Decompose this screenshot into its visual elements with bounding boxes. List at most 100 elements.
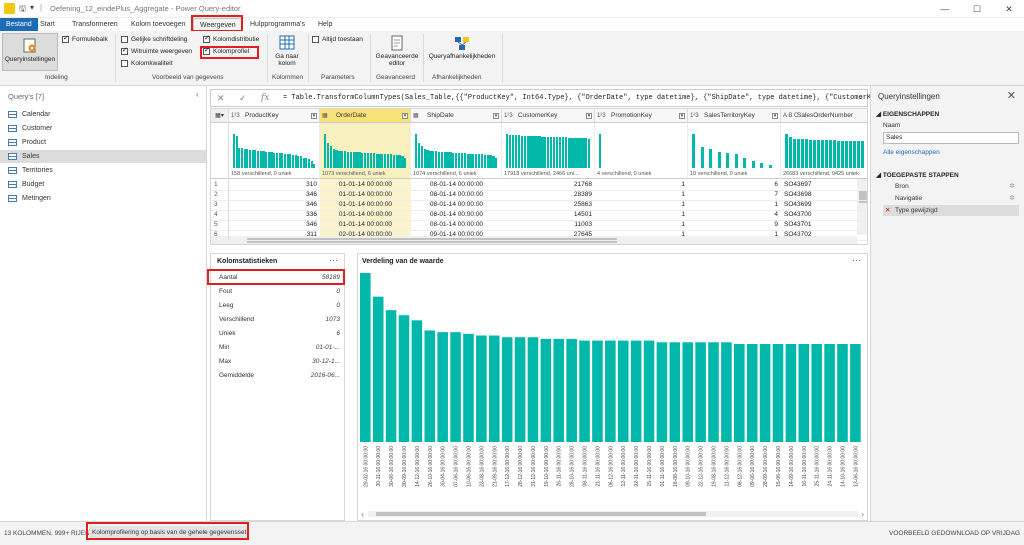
confirm-icon[interactable]: ✓ — [239, 93, 247, 104]
distribution-bar[interactable] — [579, 340, 590, 442]
table-cell[interactable]: 336 — [232, 210, 317, 220]
dropdown-icon[interactable]: ▾ — [586, 113, 592, 119]
table-cell[interactable]: 4 — [691, 210, 778, 220]
query-item-sales[interactable]: Sales — [0, 150, 206, 163]
scroll-left-icon[interactable]: ‹ — [361, 510, 364, 519]
step-bron[interactable]: Bron ✲ — [883, 181, 1019, 192]
distribution-bar[interactable] — [501, 337, 513, 442]
distribution-bar[interactable] — [398, 315, 410, 442]
table-cell[interactable]: 09-01-14 00:00:00 — [414, 230, 499, 240]
vertical-scrollbar[interactable] — [857, 179, 867, 235]
collapse-triangle-icon[interactable]: ◢ — [876, 111, 883, 118]
distribution-bar[interactable] — [450, 332, 461, 442]
whitespace-checkbox[interactable]: Witruimte weergeven — [121, 46, 192, 55]
distribution-bar[interactable] — [811, 343, 822, 442]
column-header-orderdate[interactable]: ▦ OrderDate ▾ — [320, 109, 411, 123]
formula-bar-checkbox[interactable]: Formulebalk — [62, 34, 108, 43]
query-item-metingen[interactable]: Metingen — [0, 192, 206, 205]
gear-icon[interactable]: ✲ — [1009, 193, 1015, 204]
distribution-bar[interactable] — [592, 340, 603, 442]
advanced-editor-button[interactable]: Geavanceerde editor — [373, 35, 421, 67]
table-cell[interactable]: 1 — [598, 210, 685, 220]
distribution-bar[interactable] — [411, 320, 423, 442]
goto-column-button[interactable]: Ga naar kolom — [270, 35, 304, 67]
table-cell[interactable]: 11003 — [505, 220, 592, 230]
dropdown-icon[interactable]: ▾ — [772, 113, 778, 119]
column-header-productkey[interactable]: 1²3 ProductKey ▾ — [229, 109, 320, 123]
table-cell[interactable]: 21768 — [505, 180, 592, 190]
column-header-shipdate[interactable]: ▦ ShipDate ▾ — [411, 109, 502, 123]
query-item-customer[interactable]: Customer — [0, 122, 206, 135]
tab-transformeren[interactable]: Transformeren — [66, 18, 124, 31]
distribution-bar[interactable] — [527, 337, 539, 442]
dropdown-icon[interactable]: ▾ — [679, 113, 685, 119]
monospace-checkbox[interactable]: Gelijke schriftdeling — [121, 36, 187, 43]
distribution-bar[interactable] — [798, 343, 810, 442]
close-settings-icon[interactable]: ✕ — [1007, 89, 1016, 102]
tab-start[interactable]: Start — [34, 18, 61, 31]
table-cell[interactable]: SO43699 — [784, 200, 854, 210]
table-cell[interactable]: 08-01-14 00:00:00 — [414, 180, 499, 190]
distribution-bar[interactable] — [734, 343, 745, 442]
table-cell[interactable]: SO43702 — [784, 230, 854, 240]
table-cell[interactable]: 6 — [691, 180, 778, 190]
distribution-bar[interactable] — [643, 340, 655, 442]
query-item-product[interactable]: Product — [0, 136, 206, 149]
minimize-button[interactable]: — — [934, 2, 956, 16]
distribution-bar[interactable] — [785, 343, 797, 442]
table-cell[interactable]: SO43701 — [784, 220, 854, 230]
gear-icon[interactable]: ✲ — [1009, 181, 1015, 192]
table-cell[interactable]: 01-01-14 00:00:00 — [323, 200, 408, 210]
table-cell[interactable]: 14501 — [505, 210, 592, 220]
distribution-bar[interactable] — [759, 343, 771, 442]
function-icon[interactable]: fx — [261, 93, 269, 103]
distribution-bar[interactable] — [566, 338, 577, 442]
table-cell[interactable]: SO43697 — [784, 180, 854, 190]
step-type-gewijzigd[interactable]: ✕ Type gewijzigd — [883, 205, 1019, 216]
column-header-customerkey[interactable]: 1²3 CustomerKey ▾ — [502, 109, 595, 123]
save-icon[interactable]: 🖫 — [19, 3, 26, 17]
step-navigatie[interactable]: Navigatie ✲ — [883, 193, 1019, 204]
table-cell[interactable]: 01-01-14 00:00:00 — [323, 190, 408, 200]
distribution-bar[interactable] — [837, 343, 848, 442]
table-cell[interactable]: 25863 — [505, 200, 592, 210]
more-options-icon[interactable]: ··· — [329, 255, 338, 265]
distribution-bar[interactable] — [708, 342, 719, 442]
distribution-bar[interactable] — [695, 342, 706, 442]
column-header-promotionkey[interactable]: 1²3 PromotionKey ▾ — [595, 109, 688, 123]
table-cell[interactable]: 1 — [598, 220, 685, 230]
table-cell[interactable]: 08-01-14 00:00:00 — [414, 190, 499, 200]
always-allow-checkbox[interactable]: Altijd toestaan — [312, 36, 363, 43]
table-cell[interactable]: 1 — [598, 230, 685, 240]
table-cell[interactable]: 01-01-14 00:00:00 — [323, 220, 408, 230]
query-item-budget[interactable]: Budget — [0, 178, 206, 191]
tab-help[interactable]: Help — [312, 18, 338, 31]
distribution-bar[interactable] — [721, 342, 732, 442]
all-properties-link[interactable]: Alle eigenschappen — [883, 149, 940, 156]
distribution-bar[interactable] — [476, 335, 487, 442]
distribution-bar[interactable] — [669, 342, 681, 442]
table-cell[interactable]: 08-01-14 00:00:00 — [414, 210, 499, 220]
table-cell[interactable]: 08-01-14 00:00:00 — [414, 200, 499, 210]
table-cell[interactable]: 1 — [598, 200, 685, 210]
distribution-bar[interactable] — [385, 310, 397, 442]
table-cell[interactable]: 9 — [691, 220, 778, 230]
table-cell[interactable]: 01-01-14 00:00:00 — [323, 210, 408, 220]
column-header-salesordernumber[interactable]: A B C SalesOrderNumber — [781, 109, 867, 123]
distribution-bar[interactable] — [605, 340, 616, 442]
expand-formula-icon[interactable]: ⌄ — [857, 92, 864, 101]
distribution-bar[interactable] — [463, 333, 474, 442]
table-cell[interactable]: 346 — [232, 190, 317, 200]
dropdown-icon[interactable]: ▾ — [493, 113, 499, 119]
dropdown-icon[interactable]: ▾ — [402, 113, 408, 119]
dropdown-icon[interactable]: ▾ — [311, 113, 317, 119]
column-quality-checkbox[interactable]: Kolomkwaliteit — [121, 60, 173, 67]
delete-step-icon[interactable]: ✕ — [885, 205, 890, 216]
distribution-bar[interactable] — [850, 343, 861, 442]
table-cell[interactable]: 1 — [598, 180, 685, 190]
collapse-triangle-icon[interactable]: ◢ — [876, 172, 883, 179]
table-cell[interactable]: 08-01-14 00:00:00 — [414, 220, 499, 230]
table-cell[interactable]: 311 — [232, 230, 317, 240]
table-cell[interactable]: SO43700 — [784, 210, 854, 220]
table-cell[interactable]: 02-01-14 00:00:00 — [323, 230, 408, 240]
